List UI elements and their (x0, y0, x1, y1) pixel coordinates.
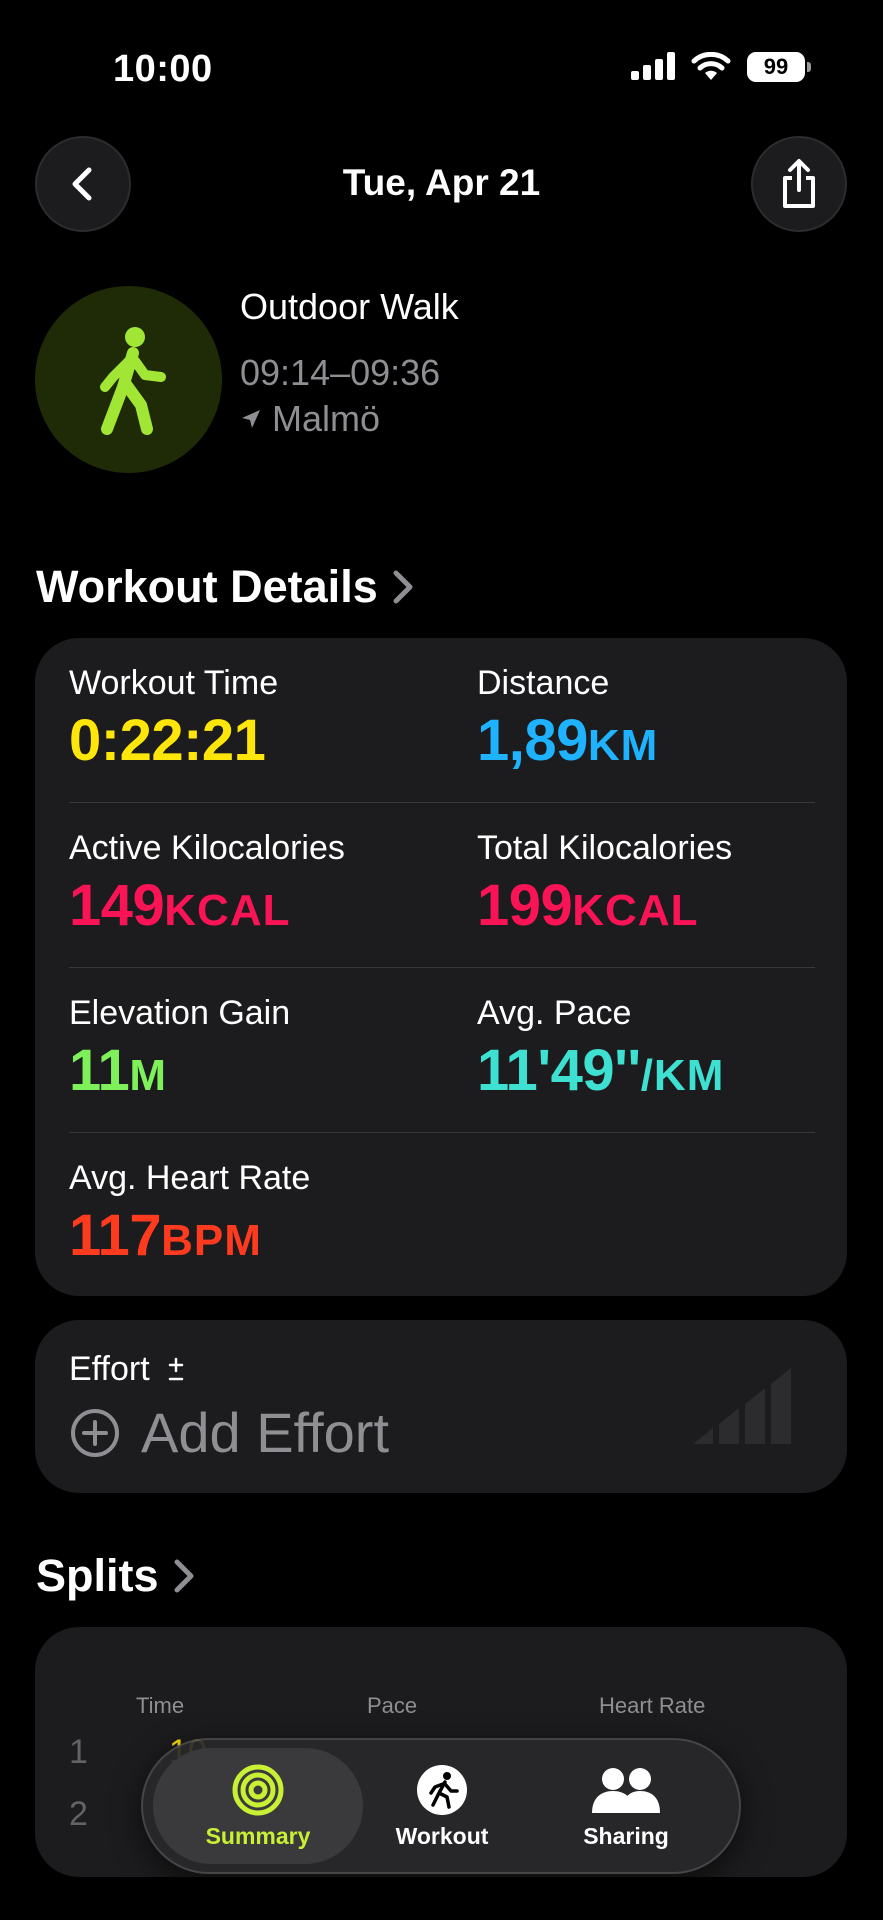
outdoor-walk-icon (35, 286, 222, 473)
metric-value: 11M (69, 1037, 290, 1104)
tab-summary-label: Summary (205, 1822, 311, 1849)
add-effort-button[interactable]: Add Effort (69, 1400, 389, 1465)
activity-rings-icon (232, 1764, 284, 1815)
metric-label: Active Kilocalories (69, 829, 345, 867)
splits-header-pace: Pace (367, 1693, 418, 1718)
metric-unit: /KM (640, 1051, 725, 1100)
split-index: 1 (69, 1733, 88, 1771)
metric-row: Elevation Gain 11M Avg. Pace 11'49''/KM (69, 968, 815, 1133)
cellular-signal-icon (631, 52, 675, 80)
wifi-icon (691, 52, 731, 80)
metric-value: 1,89KM (477, 707, 658, 774)
metric-value: 0:22:21 (69, 707, 278, 774)
metric-number: 1,89 (477, 708, 588, 773)
metric-value: 117BPM (69, 1202, 310, 1269)
metric-avg-heart-rate: Avg. Heart Rate 117BPM (69, 1159, 310, 1269)
metric-active-kilocalories: Active Kilocalories 149KCAL (69, 829, 345, 939)
metric-label: Total Kilocalories (477, 829, 733, 867)
chevron-right-icon (174, 1559, 194, 1593)
metric-value: 199KCAL (477, 872, 732, 939)
workout-details-title: Workout Details (36, 561, 378, 612)
tab-sharing[interactable]: Sharing (521, 1748, 731, 1864)
metric-unit: KM (587, 721, 659, 770)
tab-bar: Summary Workout Sharing (141, 1738, 741, 1874)
running-figure-icon (417, 1764, 467, 1815)
metric-label: Workout Time (69, 664, 279, 702)
workout-time-range: 09:14–09:36 (240, 352, 441, 393)
metric-unit: BPM (161, 1216, 262, 1265)
metric-distance: Distance 1,89KM (477, 664, 658, 774)
workout-location: Malmö (240, 398, 380, 440)
effort-label: Effort (69, 1350, 150, 1388)
effort-scale-icon (693, 1368, 791, 1444)
workout-details-card[interactable]: Workout Time 0:22:21 Distance 1,89KM Act… (35, 638, 847, 1296)
metric-unit: KCAL (164, 886, 291, 935)
effort-header: Effort (69, 1350, 186, 1389)
metric-row: Avg. Heart Rate 117BPM (69, 1133, 815, 1298)
metric-number: 0:22:21 (69, 708, 266, 773)
metric-total-kilocalories: Total Kilocalories 199KCAL (477, 829, 732, 939)
add-circle-icon (71, 1408, 119, 1457)
metric-elevation-gain: Elevation Gain 11M (69, 994, 290, 1104)
chevron-right-icon (393, 570, 413, 604)
metric-number: 11 (69, 1038, 130, 1103)
metric-number: 149 (69, 873, 165, 938)
splits-heading[interactable]: Splits (36, 1550, 195, 1602)
battery-indicator: 99 (747, 52, 811, 82)
metric-number: 11'49'' (477, 1038, 641, 1103)
metric-label: Avg. Pace (477, 994, 632, 1032)
share-button[interactable] (751, 136, 847, 232)
metric-label: Distance (477, 664, 610, 702)
tab-workout[interactable]: Workout (337, 1748, 547, 1864)
splits-title: Splits (36, 1550, 159, 1601)
plus-minus-icon (168, 1357, 183, 1380)
metric-label: Avg. Heart Rate (69, 1159, 311, 1197)
tab-workout-label: Workout (395, 1822, 489, 1849)
people-icon (592, 1767, 660, 1813)
split-index: 2 (69, 1795, 88, 1833)
metric-label: Elevation Gain (69, 994, 291, 1032)
tab-summary[interactable]: Summary (153, 1748, 363, 1864)
metric-unit: KCAL (572, 886, 699, 935)
workout-title: Outdoor Walk (240, 286, 459, 327)
metric-value: 149KCAL (69, 872, 345, 939)
tab-sharing-label: Sharing (583, 1822, 669, 1849)
metric-value: 11'49''/KM (477, 1037, 724, 1104)
add-effort-label: Add Effort (141, 1401, 390, 1464)
splits-header-time: Time (136, 1693, 185, 1718)
share-icon (783, 159, 815, 208)
workout-details-heading[interactable]: Workout Details (36, 561, 414, 613)
splits-header-heart-rate: Heart Rate (599, 1693, 706, 1718)
effort-card[interactable]: Effort Add Effort (35, 1320, 847, 1493)
status-time: 10:00 (113, 48, 213, 90)
status-icons: 99 (631, 52, 811, 82)
location-arrow-icon (242, 410, 260, 428)
walking-figure-icon (99, 326, 166, 435)
metric-row: Active Kilocalories 149KCAL Total Kiloca… (69, 803, 815, 968)
metric-avg-pace: Avg. Pace 11'49''/KM (477, 994, 724, 1104)
metric-unit: M (129, 1051, 167, 1100)
metric-workout-time: Workout Time 0:22:21 (69, 664, 278, 774)
location-label: Malmö (272, 398, 381, 439)
metric-number: 199 (477, 873, 573, 938)
metric-row: Workout Time 0:22:21 Distance 1,89KM (69, 638, 815, 803)
metric-number: 117 (69, 1203, 162, 1268)
